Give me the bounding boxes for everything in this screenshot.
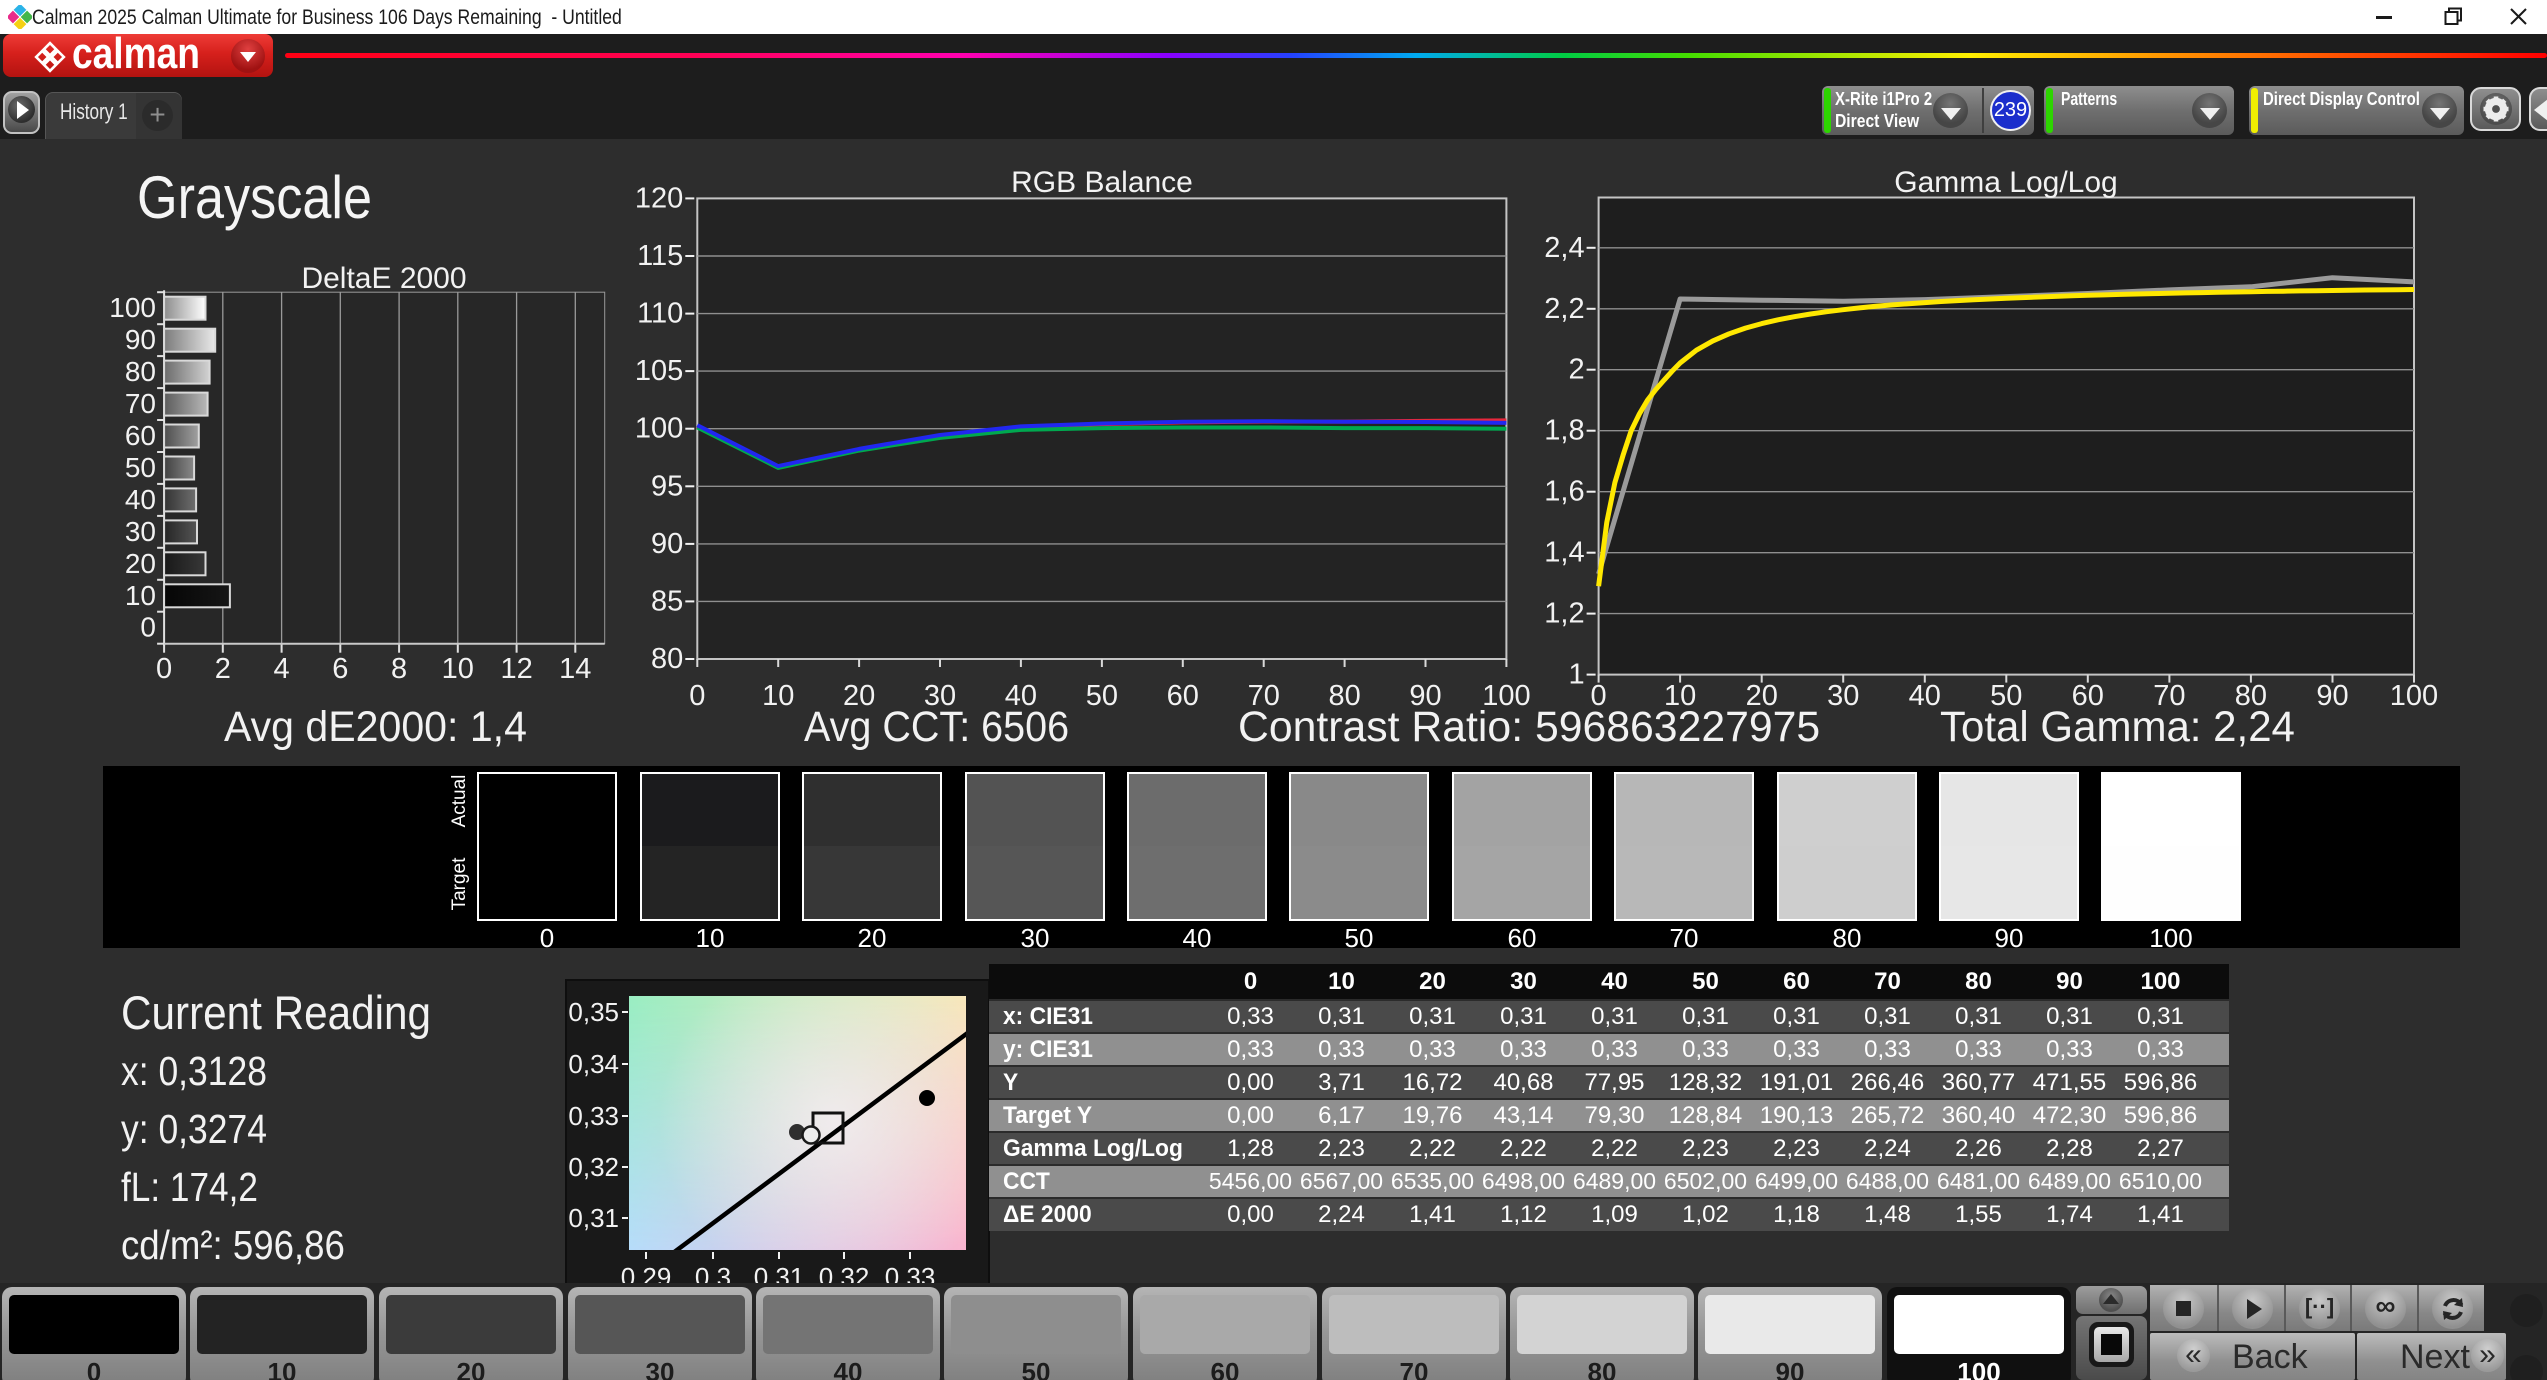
svg-text:60: 60 [125,420,156,451]
svg-text:2: 2 [215,653,231,685]
svg-text:12: 12 [500,653,532,685]
svg-text:DeltaE 2000: DeltaE 2000 [301,262,466,295]
svg-text:0: 0 [140,612,156,643]
svg-text:40: 40 [125,484,156,515]
svg-text:85: 85 [651,585,683,617]
svg-text:40: 40 [1909,680,1941,712]
svg-text:105: 105 [635,355,683,387]
svg-text:4: 4 [274,653,290,685]
svg-text:50: 50 [125,452,156,483]
svg-text:120: 120 [635,182,683,214]
svg-text:0: 0 [156,653,172,685]
svg-text:2,4: 2,4 [1544,232,1584,264]
svg-text:95: 95 [651,470,683,502]
svg-text:10: 10 [125,580,156,611]
svg-text:50: 50 [1086,680,1118,712]
svg-text:80: 80 [651,643,683,675]
svg-text:Gamma Log/Log: Gamma Log/Log [1894,166,2117,199]
svg-text:70: 70 [125,388,156,419]
svg-text:60: 60 [1167,680,1199,712]
svg-text:2,2: 2,2 [1544,293,1584,325]
svg-text:90: 90 [651,528,683,560]
svg-text:30: 30 [125,516,156,547]
svg-text:110: 110 [637,298,683,330]
svg-text:100: 100 [109,292,156,323]
svg-text:0: 0 [689,680,705,712]
svg-text:90: 90 [125,324,156,355]
svg-text:10: 10 [762,680,794,712]
svg-text:80: 80 [125,356,156,387]
svg-text:100: 100 [635,413,683,445]
svg-text:90: 90 [2316,680,2348,712]
svg-text:1: 1 [1568,659,1584,691]
svg-text:1,6: 1,6 [1544,476,1584,508]
svg-text:8: 8 [391,653,407,685]
svg-text:RGB Balance: RGB Balance [1011,166,1193,199]
svg-text:30: 30 [1827,680,1859,712]
svg-text:14: 14 [559,653,591,685]
svg-text:115: 115 [637,240,683,272]
svg-text:1,8: 1,8 [1544,415,1584,447]
svg-text:6: 6 [332,653,348,685]
svg-text:10: 10 [442,653,474,685]
svg-text:1,4: 1,4 [1544,537,1584,569]
svg-text:20: 20 [125,548,156,579]
svg-text:100: 100 [2390,680,2438,712]
svg-text:2: 2 [1568,354,1584,386]
svg-text:1,2: 1,2 [1544,598,1584,630]
